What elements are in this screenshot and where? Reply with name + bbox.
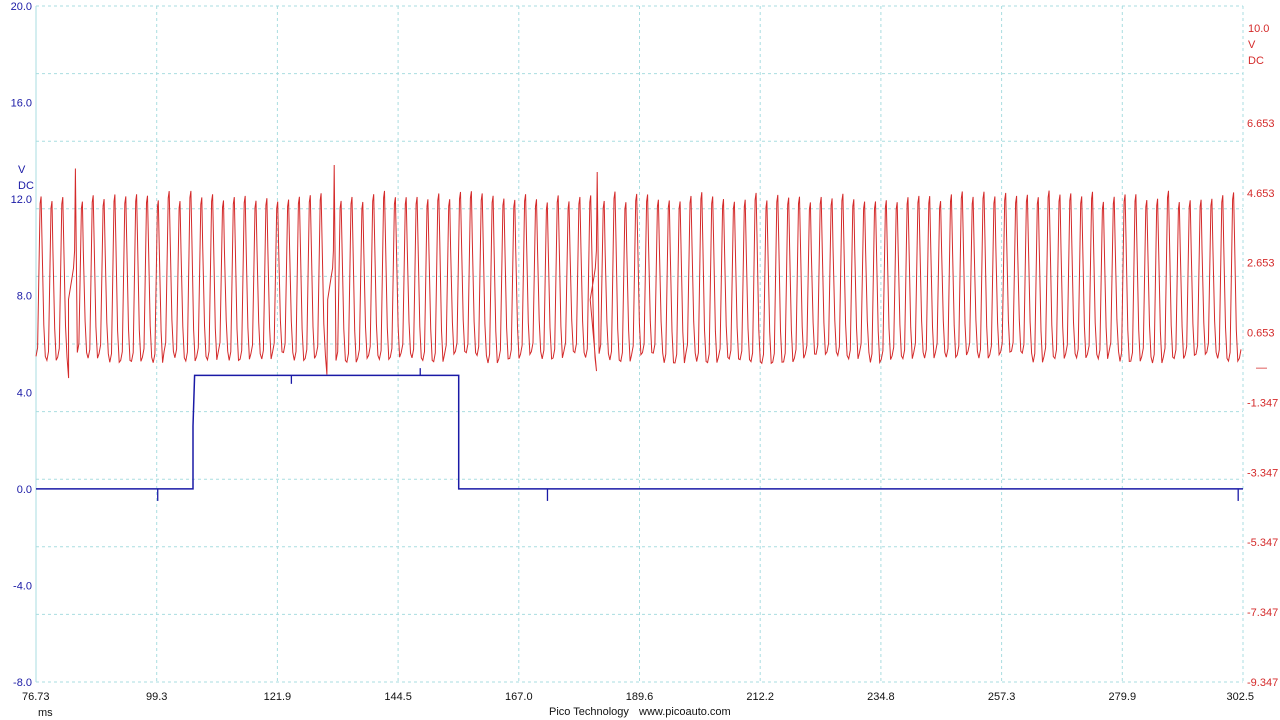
x-tick-label: 121.9	[264, 691, 292, 703]
x-axis-label: ms	[38, 707, 53, 719]
x-tick-label: 279.9	[1109, 691, 1137, 703]
x-tick-label: 212.2	[746, 691, 774, 703]
x-tick-label: 144.5	[384, 691, 412, 703]
x-tick-label: 99.3	[146, 691, 167, 703]
left-tick-label: -4.0	[13, 580, 32, 592]
x-axis-ticks: 76.73 99.3 121.9 144.5 167.0 189.6 212.2 234.8 2…	[22, 691, 1254, 703]
left-axis-ticks: 20.0 16.0 12.0 8.0 4.0 0.0 -4.0 -8.0	[11, 1, 32, 689]
x-tick-label: 76.73	[22, 691, 50, 703]
x-tick-label: 189.6	[626, 691, 654, 703]
right-tick-label: 6.653	[1247, 118, 1275, 130]
left-axis-unit-dc: DC	[18, 180, 34, 192]
left-tick-label: 16.0	[11, 98, 32, 110]
right-tick-label: -5.347	[1247, 537, 1278, 549]
right-tick-label: 2.653	[1247, 258, 1275, 270]
grid	[35, 5, 1244, 683]
series-red-trace	[35, 164, 1242, 379]
left-axis-unit-v: V	[18, 164, 26, 176]
right-tick-label: 0.653	[1247, 328, 1275, 340]
right-tick-label: -7.347	[1247, 607, 1278, 619]
footer-url: www.picoauto.com	[638, 706, 731, 718]
footer-brand: Pico Technology	[549, 706, 629, 718]
left-tick-label: 4.0	[17, 387, 32, 399]
x-tick-label: 167.0	[505, 691, 533, 703]
left-tick-label: -8.0	[13, 677, 32, 689]
x-tick-label: 302.5	[1226, 691, 1254, 703]
right-tick-label: -9.347	[1247, 677, 1278, 689]
right-axis-zero-marker: —	[1256, 362, 1267, 374]
x-tick-label: 234.8	[867, 691, 895, 703]
left-tick-label: 8.0	[17, 291, 32, 303]
right-axis-unit-dc: DC	[1248, 55, 1264, 67]
x-tick-label: 257.3	[988, 691, 1016, 703]
left-tick-label: 20.0	[11, 1, 32, 13]
right-tick-label: -1.347	[1247, 397, 1278, 409]
left-tick-label: 0.0	[17, 484, 32, 496]
right-tick-label: 4.653	[1247, 188, 1275, 200]
left-tick-label: 12.0	[11, 194, 32, 206]
oscilloscope-chart: 20.0 16.0 12.0 8.0 4.0 0.0 -4.0 -8.0 6.653 4.653…	[11, 1, 1279, 719]
right-tick-label: -3.347	[1247, 467, 1278, 479]
right-axis-ticks: 6.653 4.653 2.653 0.653 -1.347 -3.347 -5.347 -7…	[1247, 118, 1278, 689]
right-axis-unit-v: V	[1248, 39, 1256, 51]
right-axis-max-label: 10.0	[1248, 23, 1269, 35]
